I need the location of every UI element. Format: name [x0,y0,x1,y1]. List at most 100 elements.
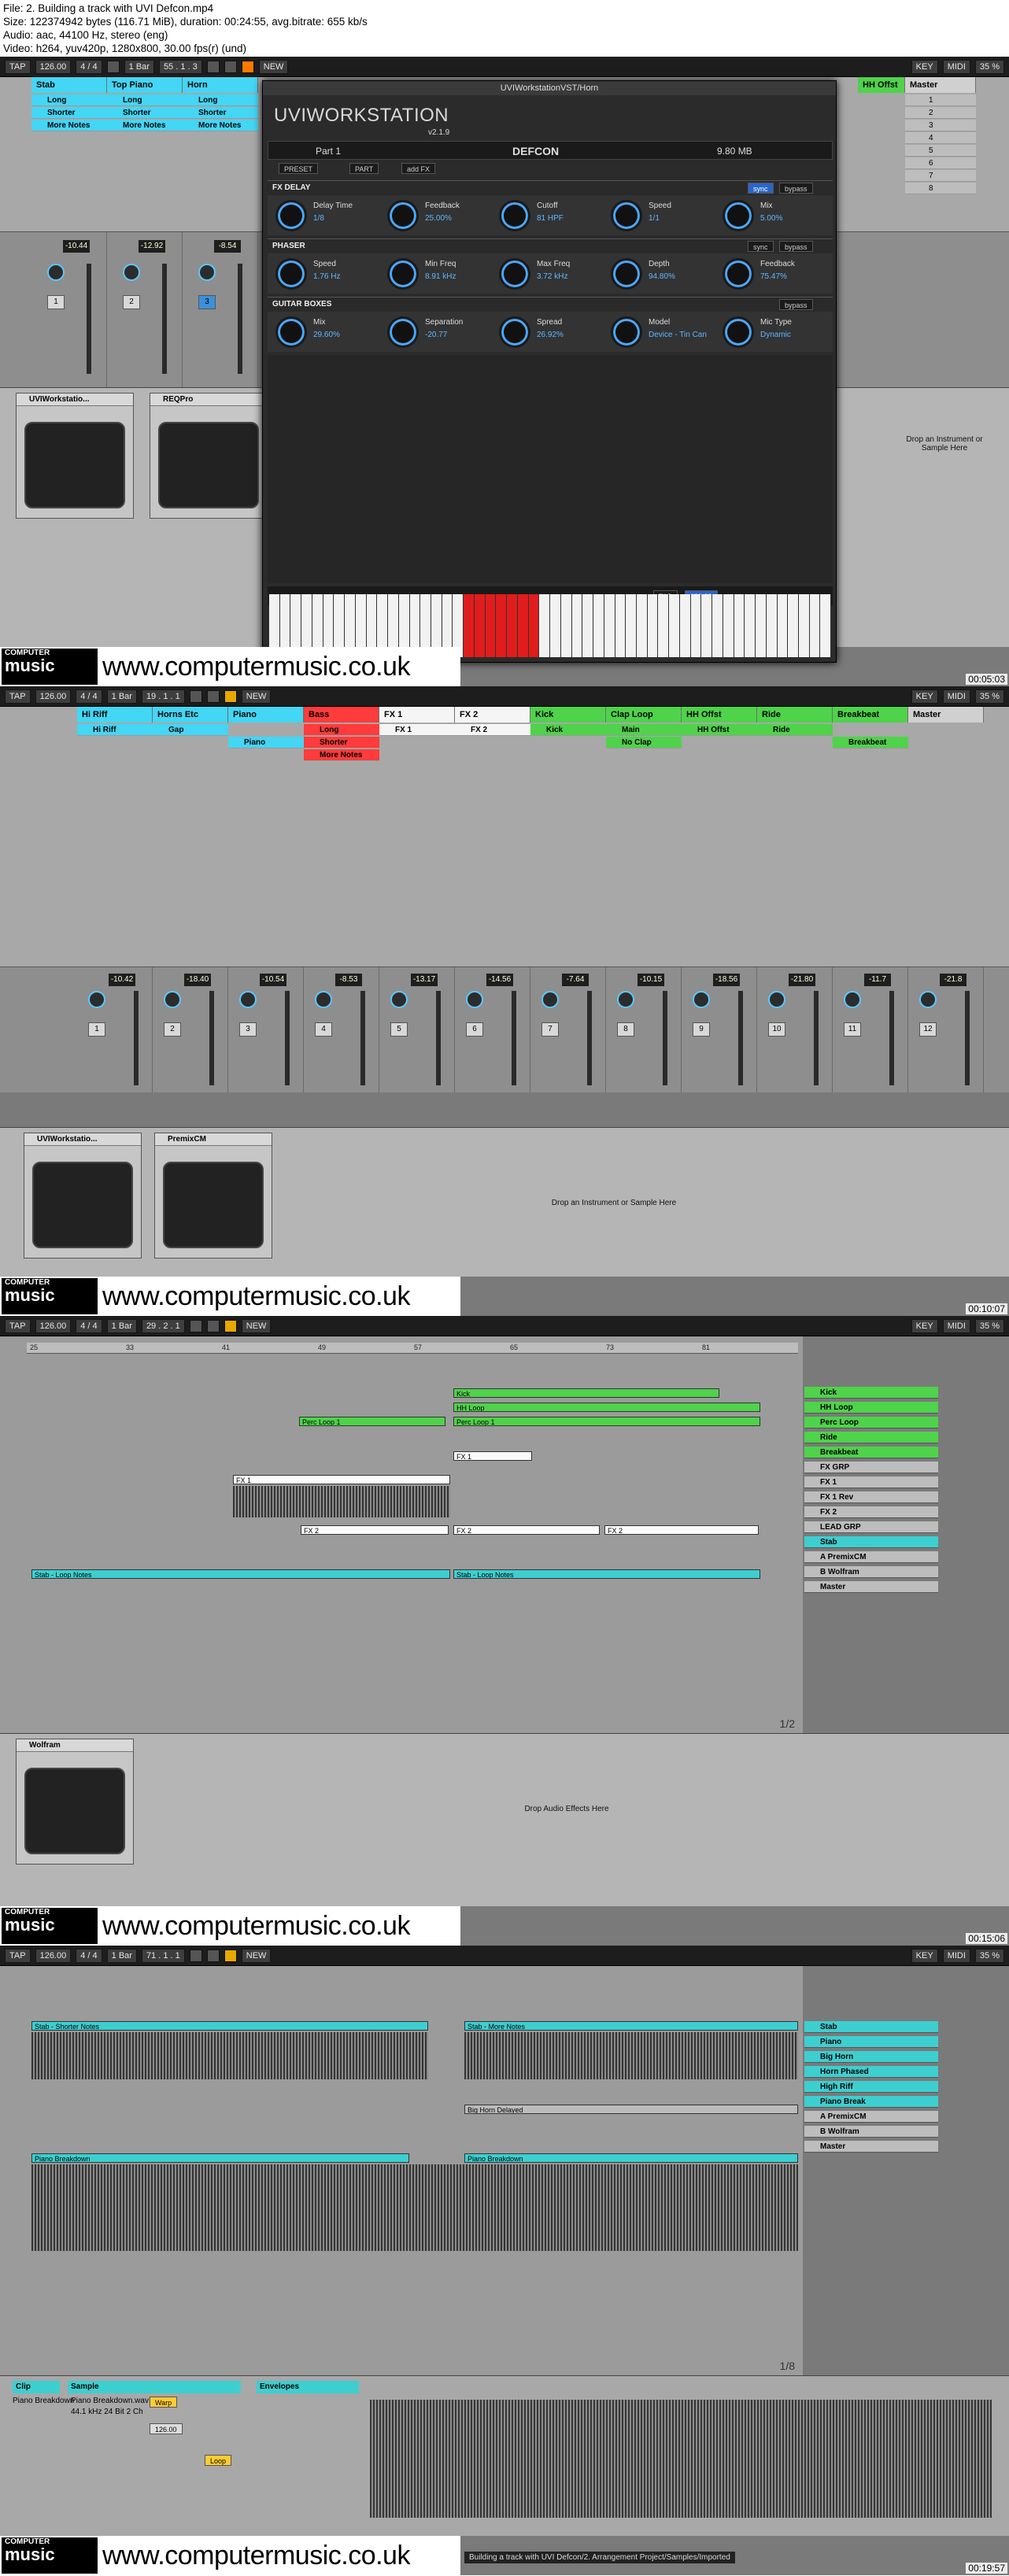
pan-knob[interactable] [88,991,105,1008]
volume-readout[interactable]: -10.42 [109,974,135,986]
clip-slot[interactable]: No Clap [606,737,682,748]
track-header[interactable]: FX 1 Rev [804,1491,938,1503]
clip-slot[interactable]: Ride [757,724,833,736]
stop-icon[interactable] [206,1949,220,1962]
piano-key[interactable] [734,594,745,657]
track-header[interactable]: Piano Break [804,2096,938,2108]
param-knob[interactable] [499,316,530,348]
play-icon[interactable] [189,1949,202,1962]
clip-slot[interactable]: Kick [530,724,606,736]
track-number[interactable]: 3 [198,295,216,309]
clip-slot[interactable]: More Notes [304,749,379,761]
volume-readout[interactable]: -18.56 [713,974,740,986]
param-knob[interactable] [275,316,307,348]
xy-pad[interactable] [163,1162,264,1248]
piano-key[interactable] [615,594,626,657]
tap-button[interactable]: TAP [5,59,31,74]
clip-slot[interactable]: Shorter [31,107,107,119]
song-position[interactable]: 29 . 2 . 1 [141,1318,185,1333]
track-header-top-piano[interactable]: Top Piano [107,77,183,93]
volume-fader[interactable] [738,991,743,1085]
track-header[interactable]: Ride [757,707,833,723]
piano-key[interactable] [474,594,486,657]
pan-knob[interactable] [617,991,634,1008]
volume-fader[interactable] [209,991,214,1085]
clip-slot[interactable]: HH Offst [682,724,757,736]
piano-key[interactable] [679,594,691,657]
piano-key[interactable] [809,594,821,657]
clip-name[interactable]: Piano Breakdown [13,2397,74,2405]
volume-readout[interactable]: -13.17 [411,974,438,986]
param-value[interactable]: 5.00% [760,214,782,223]
param-knob[interactable] [499,258,530,290]
param-value[interactable]: 81 HPF [537,214,564,223]
track-header[interactable]: High Riff [804,2081,938,2093]
metronome-icon[interactable] [106,60,120,73]
track-header[interactable]: Perc Loop [804,1417,938,1428]
pan-knob[interactable] [466,991,483,1008]
clip-slot[interactable]: Breakbeat [833,737,908,748]
clip[interactable]: Kick [453,1388,719,1398]
piano-key[interactable] [560,594,572,657]
track-header[interactable]: Horn Phased [804,2066,938,2078]
record-icon[interactable] [224,1319,237,1332]
clip-slot[interactable]: Piano [228,737,304,748]
piano-key[interactable] [604,594,615,657]
param-value[interactable]: 75.47% [760,272,787,281]
sync-button[interactable]: sync [748,183,774,194]
sample-panel-title[interactable]: Sample [68,2381,241,2393]
track-header[interactable]: Stab [804,2021,938,2033]
scene-slot[interactable]: 6 [905,157,976,169]
warp-button[interactable]: Warp [150,2397,178,2408]
device-title[interactable]: PremixCM [155,1133,272,1146]
volume-fader[interactable] [162,264,167,374]
record-icon[interactable] [224,689,237,703]
piano-key[interactable] [788,594,799,657]
track-header-stab[interactable]: Stab [31,77,107,93]
track-number[interactable]: 8 [617,1022,634,1037]
tap-button[interactable]: TAP [5,689,31,704]
xy-pad[interactable] [24,1768,125,1854]
record-icon[interactable] [224,1949,237,1962]
track-header[interactable]: Breakbeat [804,1447,938,1458]
volume-fader[interactable] [512,991,516,1085]
track-header[interactable]: Big Horn [804,2051,938,2063]
bpm-field[interactable]: 126.00 [150,2423,183,2434]
volume-readout[interactable]: -8.53 [335,974,362,986]
volume-readout[interactable]: -14.56 [486,974,513,986]
new-button[interactable]: NEW [258,59,289,74]
scene-slot[interactable]: 2 [905,107,976,119]
param-knob[interactable] [387,200,419,231]
envelopes-panel-title[interactable]: Envelopes [257,2381,359,2393]
track-number[interactable]: 1 [47,295,65,309]
new-button[interactable]: NEW [241,1948,272,1963]
pan-knob[interactable] [164,991,181,1008]
piano-key[interactable] [485,594,497,657]
clip-slot[interactable]: More Notes [183,120,258,131]
track-header[interactable]: Master [804,2141,938,2153]
volume-readout[interactable]: -8.54 [214,240,241,253]
track-number[interactable]: 12 [919,1022,937,1037]
track-header[interactable]: Hi Riff [77,707,153,723]
clip-waveform[interactable] [370,2400,992,2518]
piano-key[interactable] [464,594,475,657]
clip[interactable]: FX 1 [233,1475,450,1484]
param-knob[interactable] [275,200,307,231]
piano-key[interactable] [756,594,767,657]
volume-readout[interactable]: -10.44 [63,240,90,253]
track-number[interactable]: 6 [466,1022,483,1037]
track-header[interactable]: Kick [804,1387,938,1399]
clip[interactable]: Stab - More Notes [464,2021,798,2031]
drop-zone[interactable]: Drop an Instrument or Sample Here [897,435,992,453]
clip[interactable]: Stab - Shorter Notes [31,2021,428,2031]
track-number[interactable]: 2 [164,1022,181,1037]
time-signature[interactable]: 4 / 4 [76,689,102,704]
drop-zone[interactable]: Drop an Instrument or Sample Here [519,1199,708,1207]
clip[interactable]: FX 2 [453,1525,600,1535]
volume-readout[interactable]: -10.54 [260,974,286,986]
device-title[interactable]: UVIWorkstatio... [24,1133,141,1146]
midi-map-button[interactable]: MIDI [942,1948,970,1963]
time-signature[interactable]: 4 / 4 [76,59,102,74]
part-selector[interactable]: Part 1 [316,146,341,157]
piano-key[interactable] [690,594,702,657]
